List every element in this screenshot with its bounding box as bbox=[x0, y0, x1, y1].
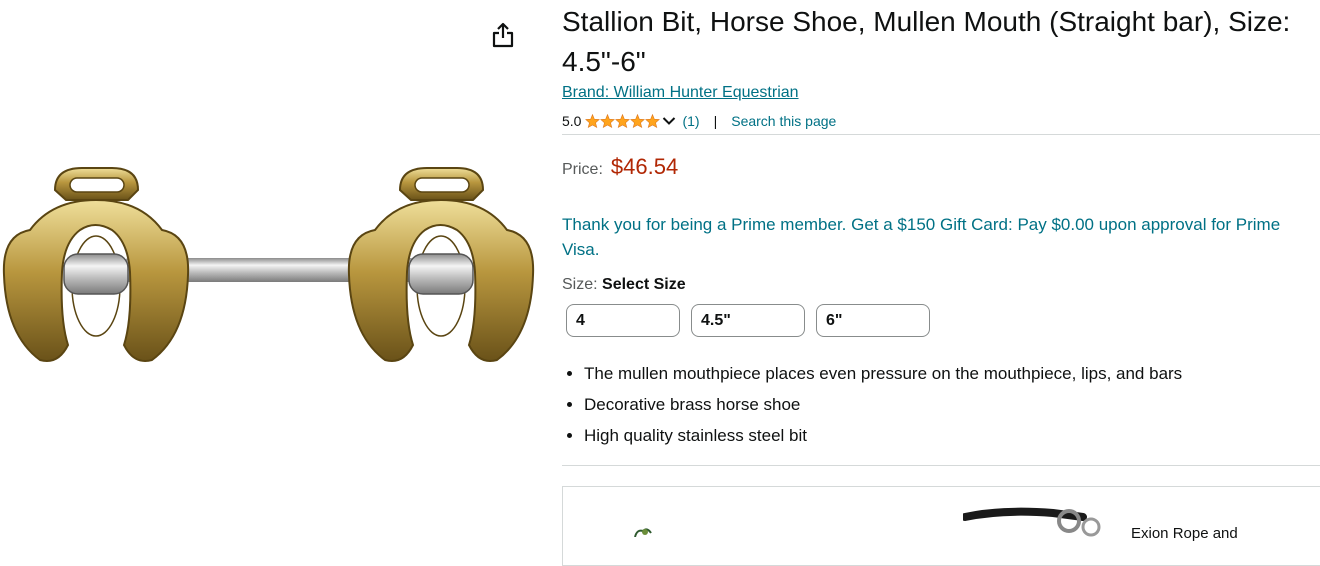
star-icon bbox=[615, 114, 631, 128]
divider bbox=[562, 134, 1320, 135]
promo-thumbnail[interactable] bbox=[631, 525, 675, 537]
size-option-4-5[interactable]: 4.5" bbox=[691, 304, 805, 337]
right-cheek bbox=[347, 167, 535, 362]
star-icon bbox=[645, 114, 661, 128]
size-option-4[interactable]: 4 bbox=[566, 304, 680, 337]
list-item: Decorative brass horse shoe bbox=[584, 389, 1182, 420]
rating-value: 5.0 bbox=[562, 113, 582, 129]
search-this-page-link[interactable]: Search this page bbox=[731, 113, 836, 129]
divider bbox=[562, 465, 1320, 466]
star-icon bbox=[600, 114, 616, 128]
price-value: $46.54 bbox=[610, 154, 679, 179]
promo-thumbnail[interactable] bbox=[963, 507, 1113, 537]
share-icon bbox=[492, 22, 514, 48]
sponsored-promo[interactable]: Exion Rope and bbox=[562, 486, 1320, 566]
product-title: Stallion Bit, Horse Shoe, Mullen Mouth (… bbox=[562, 6, 1291, 77]
size-row: Size: Select Size bbox=[562, 276, 686, 294]
prime-offer-link[interactable]: Thank you for being a Prime member. Get … bbox=[562, 212, 1318, 262]
price-row: Price: $46.54 bbox=[562, 154, 678, 180]
left-cheek bbox=[2, 167, 190, 362]
separator: | bbox=[713, 113, 718, 129]
size-selected: Select Size bbox=[602, 276, 686, 293]
list-item: The mullen mouthpiece places even pressu… bbox=[584, 358, 1182, 389]
rating-count-link[interactable]: (1) bbox=[682, 113, 699, 129]
promo-title[interactable]: Exion Rope and bbox=[1131, 525, 1238, 542]
star-icon bbox=[630, 114, 646, 128]
product-image[interactable] bbox=[0, 160, 535, 375]
size-label: Size: bbox=[562, 276, 598, 293]
price-label: Price: bbox=[562, 161, 603, 178]
size-options: 4 4.5" 6" bbox=[566, 304, 930, 337]
rating-row: 5.0 (1) | Search this page bbox=[562, 111, 836, 131]
star-icon bbox=[585, 114, 601, 128]
product-details: Stallion Bit, Horse Shoe, Mullen Mouth (… bbox=[562, 0, 1320, 566]
chevron-down-icon bbox=[663, 117, 676, 125]
star-rating[interactable] bbox=[585, 114, 661, 128]
size-option-6[interactable]: 6" bbox=[816, 304, 930, 337]
rating-dropdown[interactable] bbox=[662, 116, 676, 126]
list-item: High quality stainless steel bit bbox=[584, 420, 1182, 451]
image-panel bbox=[0, 0, 540, 535]
feature-bullets: The mullen mouthpiece places even pressu… bbox=[562, 358, 1182, 451]
share-button[interactable] bbox=[488, 18, 518, 52]
brand-link[interactable]: Brand: William Hunter Equestrian bbox=[562, 82, 799, 104]
